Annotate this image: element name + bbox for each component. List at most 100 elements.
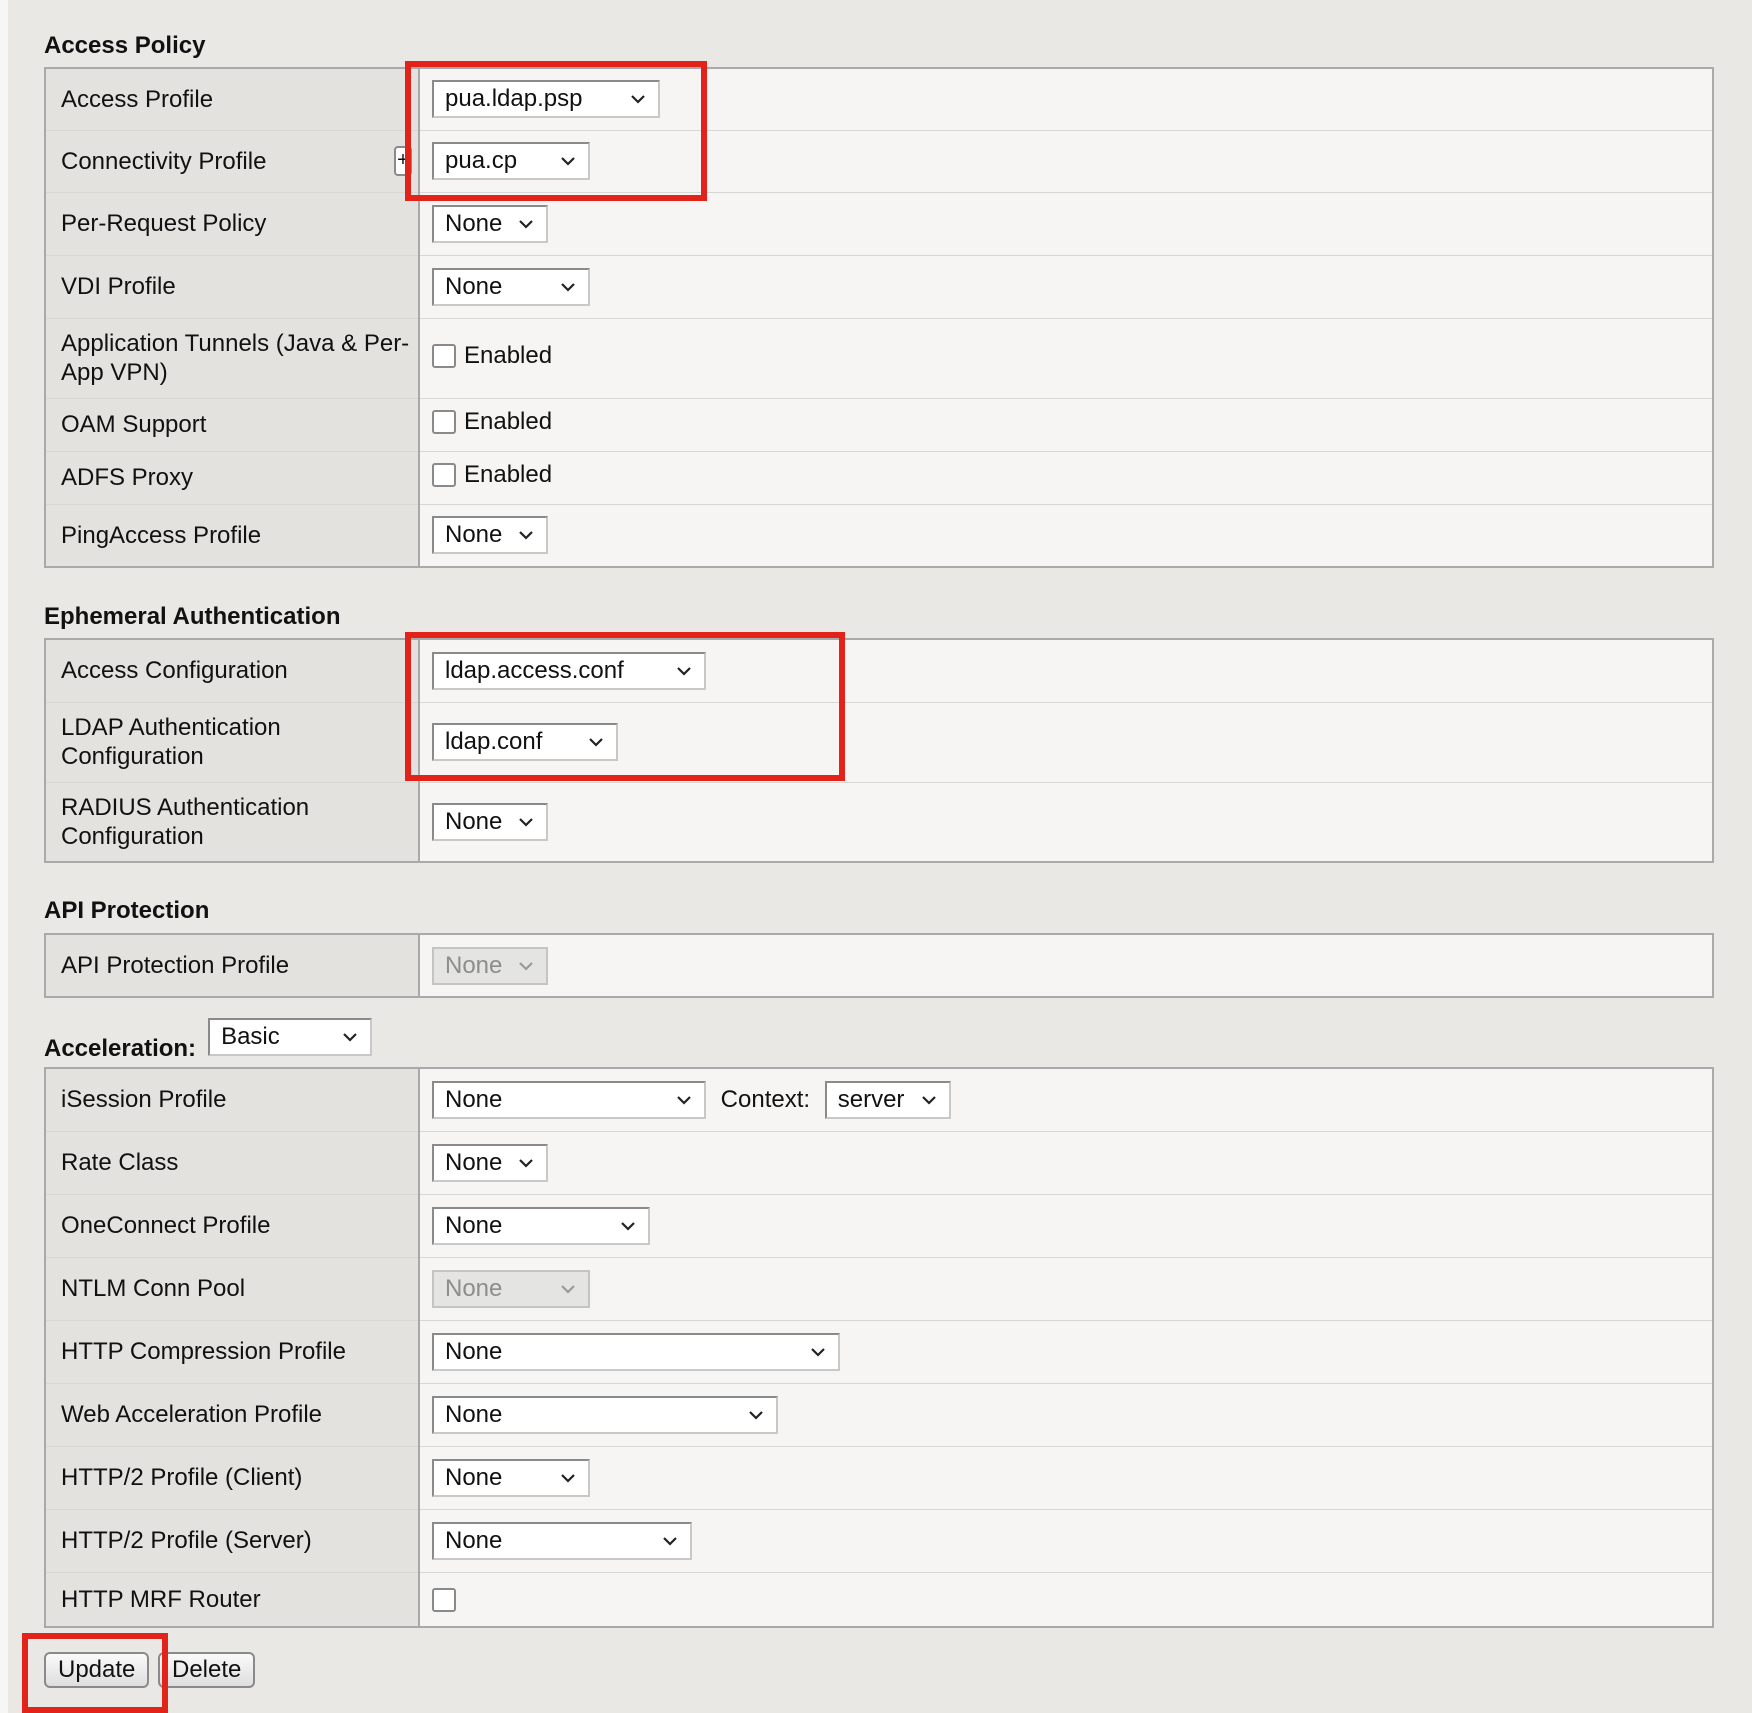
chevron-down-icon bbox=[560, 153, 576, 169]
row-rate-class: Rate Class None bbox=[45, 1131, 1713, 1195]
access-configuration-select[interactable]: ldap.access.conf bbox=[432, 651, 706, 690]
context-label: Context: bbox=[720, 1085, 811, 1113]
vdi-profile-select[interactable]: None bbox=[432, 267, 590, 306]
row-api-protection-profile: API Protection Profile None bbox=[45, 934, 1713, 997]
http-compression-profile-value: None bbox=[445, 1337, 503, 1365]
row-vdi-profile: VDI Profile None bbox=[45, 255, 1713, 319]
chevron-down-icon bbox=[921, 1092, 937, 1108]
row-application-tunnels: Application Tunnels (Java & Per-App VPN)… bbox=[45, 318, 1713, 399]
http2-server-select[interactable]: None bbox=[432, 1521, 692, 1560]
section-title-access-policy: Access Policy bbox=[44, 32, 206, 59]
pingaccess-profile-value: None bbox=[445, 521, 503, 549]
row-oneconnect-profile: OneConnect Profile None bbox=[45, 1194, 1713, 1258]
chevron-down-icon bbox=[630, 91, 646, 107]
ldap-auth-config-value: ldap.conf bbox=[445, 728, 543, 755]
api-protection-profile-select: None bbox=[432, 946, 548, 985]
label-http2-server: HTTP/2 Profile (Server) bbox=[45, 1509, 420, 1573]
row-http-mrf-router: HTTP MRF Router bbox=[45, 1572, 1713, 1627]
oneconnect-profile-select[interactable]: None bbox=[432, 1206, 650, 1245]
application-tunnels-check-label: Enabled bbox=[464, 341, 553, 369]
label-ntlm-conn-pool: NTLM Conn Pool bbox=[45, 1257, 420, 1321]
chevron-down-icon bbox=[662, 1533, 678, 1549]
update-button[interactable]: Update bbox=[44, 1652, 150, 1688]
label-application-tunnels: Application Tunnels (Java & Per-App VPN) bbox=[45, 318, 420, 399]
chevron-down-icon bbox=[342, 1029, 358, 1045]
label-pingaccess-profile: PingAccess Profile bbox=[45, 504, 420, 567]
chevron-down-icon bbox=[518, 216, 534, 232]
api-protection-profile-value: None bbox=[445, 951, 503, 979]
acceleration-mode-value: Basic bbox=[221, 1023, 280, 1050]
oam-support-checkbox-wrap[interactable]: Enabled bbox=[432, 408, 552, 436]
connectivity-profile-select[interactable]: pua.cp bbox=[432, 142, 590, 180]
pingaccess-profile-select[interactable]: None bbox=[432, 516, 548, 555]
row-oam-support: OAM Support Enabled bbox=[45, 398, 1713, 452]
label-per-request-policy: Per-Request Policy bbox=[45, 192, 420, 256]
section-title-api-protection: API Protection bbox=[44, 897, 210, 924]
acceleration-mode-select[interactable]: Basic bbox=[208, 1018, 373, 1056]
chevron-down-icon bbox=[518, 527, 534, 543]
access-policy-table: Access Profile pua.ldap.psp Connectivity… bbox=[44, 67, 1714, 568]
radius-auth-config-value: None bbox=[445, 807, 503, 835]
chevron-down-icon bbox=[810, 1344, 826, 1360]
chevron-down-icon bbox=[748, 1407, 764, 1423]
chevron-down-icon bbox=[560, 279, 576, 295]
http-compression-profile-select[interactable]: None bbox=[432, 1332, 840, 1371]
rate-class-select[interactable]: None bbox=[432, 1143, 548, 1182]
label-http2-client: HTTP/2 Profile (Client) bbox=[45, 1446, 420, 1510]
application-tunnels-checkbox[interactable] bbox=[432, 343, 456, 368]
per-request-policy-select[interactable]: None bbox=[432, 204, 548, 243]
http2-client-value: None bbox=[445, 1463, 503, 1491]
ntlm-conn-pool-select: None bbox=[432, 1269, 590, 1308]
oam-support-checkbox[interactable] bbox=[432, 410, 456, 434]
adfs-proxy-checkbox[interactable] bbox=[432, 463, 456, 487]
chevron-down-icon bbox=[518, 1155, 534, 1171]
http2-server-value: None bbox=[445, 1526, 503, 1554]
row-web-acceleration-profile: Web Acceleration Profile None bbox=[45, 1383, 1713, 1447]
vdi-profile-value: None bbox=[445, 272, 503, 300]
label-isession-profile: iSession Profile bbox=[45, 1068, 420, 1132]
row-connectivity-profile: Connectivity Profile + pua.cp bbox=[45, 130, 1713, 193]
oneconnect-profile-value: None bbox=[445, 1211, 503, 1239]
label-connectivity-profile: Connectivity Profile bbox=[61, 147, 267, 175]
access-profile-select[interactable]: pua.ldap.psp bbox=[432, 80, 660, 119]
http2-client-select[interactable]: None bbox=[432, 1458, 590, 1497]
oam-support-check-label: Enabled bbox=[464, 408, 553, 435]
label-vdi-profile: VDI Profile bbox=[45, 255, 420, 319]
chevron-down-icon bbox=[560, 1470, 576, 1486]
row-http2-server: HTTP/2 Profile (Server) None bbox=[45, 1509, 1713, 1573]
adfs-proxy-check-label: Enabled bbox=[464, 461, 553, 488]
chevron-down-icon bbox=[588, 734, 604, 750]
rate-class-value: None bbox=[445, 1148, 503, 1176]
ephemeral-auth-table: Access Configuration ldap.access.conf LD… bbox=[44, 638, 1714, 863]
section-title-acceleration: Acceleration: bbox=[44, 1035, 197, 1062]
isession-profile-select[interactable]: None bbox=[432, 1080, 706, 1119]
row-isession-profile: iSession Profile None Context: server bbox=[45, 1068, 1713, 1132]
connectivity-profile-value: pua.cp bbox=[445, 147, 518, 174]
row-access-profile: Access Profile pua.ldap.psp bbox=[45, 68, 1713, 131]
access-configuration-value: ldap.access.conf bbox=[445, 656, 624, 684]
label-oam-support: OAM Support bbox=[45, 398, 420, 452]
delete-button[interactable]: Delete bbox=[158, 1652, 256, 1688]
label-adfs-proxy: ADFS Proxy bbox=[45, 451, 420, 505]
context-select[interactable]: server bbox=[824, 1080, 951, 1119]
row-ldap-auth-config: LDAP Authentication Configuration ldap.c… bbox=[45, 702, 1713, 783]
radius-auth-config-select[interactable]: None bbox=[432, 802, 548, 841]
label-access-configuration: Access Configuration bbox=[45, 639, 420, 703]
add-connectivity-profile-button[interactable]: + bbox=[394, 146, 412, 176]
api-protection-table: API Protection Profile None bbox=[44, 933, 1714, 998]
left-strip bbox=[0, 0, 8, 1713]
application-tunnels-checkbox-wrap[interactable]: Enabled bbox=[432, 342, 552, 370]
adfs-proxy-checkbox-wrap[interactable]: Enabled bbox=[432, 461, 552, 489]
http-mrf-router-checkbox[interactable] bbox=[432, 1587, 456, 1612]
label-http-mrf-router: HTTP MRF Router bbox=[45, 1572, 420, 1627]
web-acceleration-profile-select[interactable]: None bbox=[432, 1395, 778, 1434]
label-http-compression-profile: HTTP Compression Profile bbox=[45, 1320, 420, 1384]
label-ldap-auth-config: LDAP Authentication Configuration bbox=[45, 702, 420, 783]
row-per-request-policy: Per-Request Policy None bbox=[45, 192, 1713, 256]
ntlm-conn-pool-value: None bbox=[445, 1274, 503, 1302]
chevron-down-icon bbox=[518, 814, 534, 830]
ldap-auth-config-select[interactable]: ldap.conf bbox=[432, 723, 618, 761]
row-radius-auth-config: RADIUS Authentication Configuration None bbox=[45, 782, 1713, 862]
acceleration-header: Acceleration: Basic bbox=[44, 1018, 373, 1062]
row-http2-client: HTTP/2 Profile (Client) None bbox=[45, 1446, 1713, 1510]
